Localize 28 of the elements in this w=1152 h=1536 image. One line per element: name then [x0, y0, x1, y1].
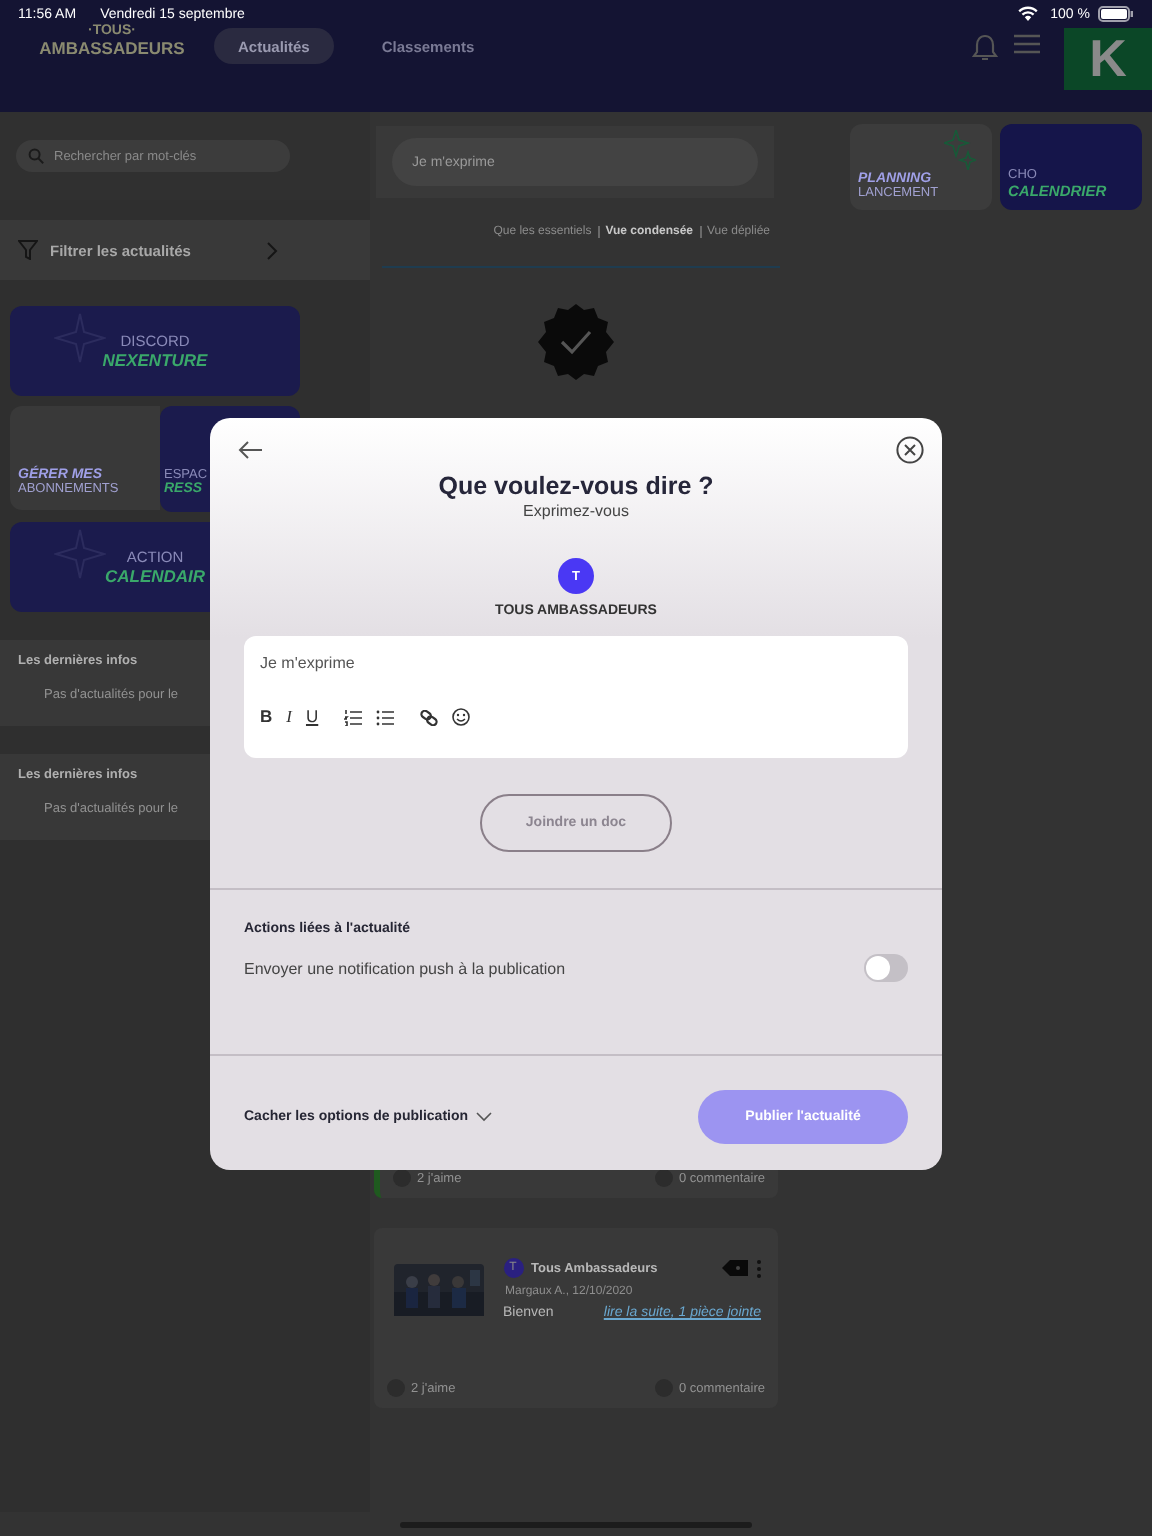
- chevron-right-icon: [266, 241, 278, 259]
- numbered-list-icon[interactable]: [344, 709, 363, 725]
- close-icon[interactable]: [896, 436, 924, 464]
- dialog-subtitle: Exprimez-vous: [521, 502, 631, 520]
- bold-button[interactable]: B: [260, 708, 273, 726]
- profile-avatar[interactable]: K: [1064, 28, 1152, 90]
- dialog-title: Que voulez-vous dire ?: [436, 472, 716, 500]
- push-label: Envoyer une notification push à la publication: [244, 959, 566, 977]
- message-editor[interactable]: Je m'exprime B I U: [244, 636, 908, 758]
- emoji-icon[interactable]: [452, 708, 471, 726]
- search-icon: [28, 148, 44, 164]
- menu-icon[interactable]: [1014, 34, 1040, 54]
- logo-title: AMBASSADEURS: [39, 38, 185, 58]
- underline-button[interactable]: U: [305, 708, 319, 726]
- bullet-list-icon[interactable]: [376, 709, 395, 725]
- back-arrow-icon[interactable]: [238, 440, 262, 460]
- tile-title: CALENDAIR: [104, 566, 206, 586]
- filter-icon: [18, 240, 38, 260]
- tile-title: NEXENTURE: [102, 350, 208, 370]
- link-icon[interactable]: [420, 709, 439, 725]
- italic-button[interactable]: I: [286, 708, 292, 726]
- bell-icon[interactable]: [972, 34, 998, 62]
- chevron-down-icon: [476, 1112, 493, 1122]
- sparkle-icon: [944, 130, 976, 170]
- push-toggle[interactable]: [864, 954, 908, 982]
- battery-icon: [1098, 6, 1134, 22]
- check-badge-icon: [535, 302, 615, 382]
- wifi-icon: [1018, 6, 1039, 22]
